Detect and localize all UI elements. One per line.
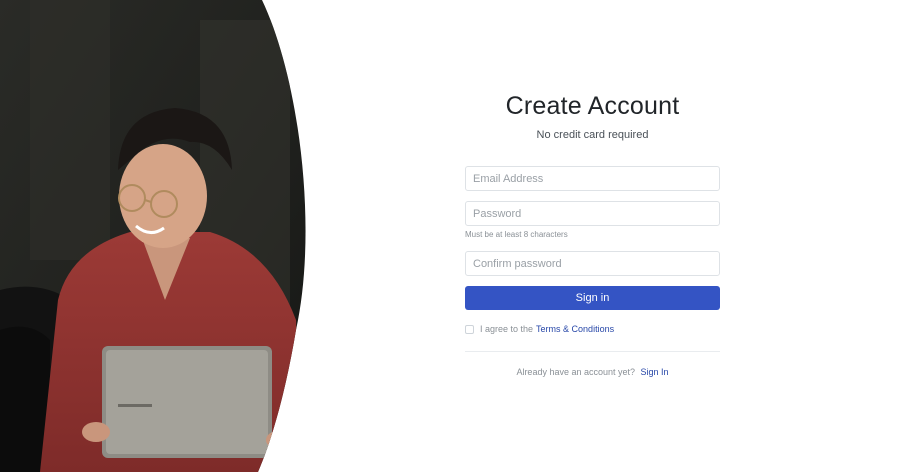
email-field[interactable] <box>465 166 720 191</box>
signup-page: Create Account No credit card required M… <box>0 0 900 472</box>
divider <box>465 351 720 352</box>
password-field[interactable] <box>465 201 720 226</box>
terms-checkbox[interactable] <box>465 324 474 334</box>
hero-photo <box>0 0 310 472</box>
password-hint: Must be at least 8 characters <box>465 230 568 239</box>
sign-in-link[interactable]: Sign In <box>641 367 669 377</box>
confirm-password-field[interactable] <box>465 251 720 276</box>
terms-agreement-row: I agree to the Terms & Conditions <box>465 323 614 335</box>
terms-label: I agree to the <box>480 324 534 334</box>
signin-prompt-text: Already have an account yet? <box>516 367 636 377</box>
sign-in-button[interactable]: Sign in <box>465 286 720 310</box>
terms-link[interactable]: Terms & Conditions <box>536 324 614 334</box>
page-subtitle: No credit card required <box>536 129 649 141</box>
page-title: Create Account <box>505 92 680 120</box>
hero-photo-illustration <box>0 0 306 472</box>
signin-prompt: Already have an account yet? Sign In <box>465 367 720 377</box>
